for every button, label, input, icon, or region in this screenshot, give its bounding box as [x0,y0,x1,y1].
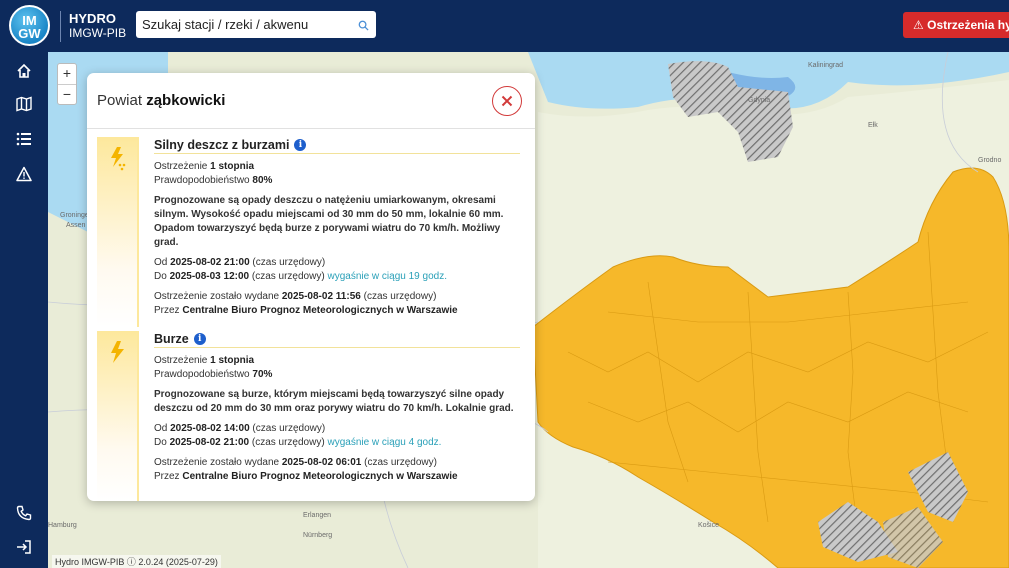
warning-description: Prognozowane są burze, którym miejscami … [154,389,514,414]
warning-level: Ostrzeżenie 1 stopnia [154,161,255,172]
map-label: Kaliningrad [808,62,844,69]
search-icon[interactable] [358,18,369,36]
info-icon[interactable]: i [193,333,206,345]
list-icon[interactable] [14,129,34,149]
map-label: Košice [698,522,720,529]
sidebar [0,52,48,568]
warning-title-text: Burze [154,332,189,346]
warning-level-stripe [97,331,139,501]
warning-title: Burze i [154,331,520,348]
warning-issued: Ostrzeżenie zostało wydane 2025-08-02 11… [154,291,437,302]
warning-expiry: wygaśnie w ciągu 19 godz. [327,271,447,282]
map-label: Ełk [868,122,878,129]
map-label: Assen [66,222,86,229]
warning-description: Prognozowane są opady deszczu o natężeni… [154,195,504,248]
warning-to: Do 2025-08-03 12:00 (czas urzędowy) wyga… [154,271,447,282]
imgw-logo[interactable]: IM GW [9,5,50,46]
search-box[interactable] [136,11,376,38]
popup-title-name: ząbkowicki [146,92,226,109]
popup-title: Powiat ząbkowicki [97,92,225,109]
warning-issuer: Przez Centralne Biuro Prognoz Meteorolog… [154,305,458,316]
map-label: Hamburg [48,522,77,529]
home-icon[interactable] [14,61,34,81]
zoom-control: + − [57,63,77,105]
rain-storm-icon [111,147,126,171]
warning-card: Silny deszcz z burzami i Ostrzeżenie 1 s… [97,137,522,327]
brand-name: HYDRO [69,11,116,26]
warning-issued: Ostrzeżenie zostało wydane 2025-08-02 06… [154,457,437,468]
warning-triangle-icon: ⚠ [913,18,924,32]
warning-level: Ostrzeżenie 1 stopnia [154,355,255,366]
brand[interactable]: HYDRO IMGW-PIB [60,11,126,42]
popup-title-prefix: Powiat [97,92,143,109]
warning-expiry: wygaśnie w ciągu 4 godz. [327,437,442,448]
warning-title: Silny deszcz z burzami i [154,137,520,154]
warning-icon[interactable] [14,164,34,184]
map-label: Nürnberg [303,532,333,539]
district-warning-popup: Powiat ząbkowicki Silny deszcz z burzami… [87,73,535,501]
zoom-out-button[interactable]: − [58,84,76,104]
map-label: Gdynia [748,97,771,104]
warning-body: Burze i Ostrzeżenie 1 stopnia Prawdopodo… [154,331,520,484]
search-input[interactable] [136,11,346,38]
info-icon[interactable]: i [294,139,307,151]
warning-probability: Prawdopodobieństwo 70% [154,369,273,380]
warning-body: Silny deszcz z burzami i Ostrzeżenie 1 s… [154,137,520,318]
warning-issuer: Przez Centralne Biuro Prognoz Meteorolog… [154,471,458,482]
warning-from: Od 2025-08-02 14:00 (czas urzędowy) [154,423,326,434]
top-bar: IMGW HYDRO IMGW-PIB ⚠ Ostrzeżenia hydro [0,0,1009,52]
map-icon[interactable] [14,94,34,114]
warning-card: Burze i Ostrzeżenie 1 stopnia Prawdopodo… [97,331,522,501]
hydro-warnings-label: Ostrzeżenia hydro [927,18,1009,32]
brand-sub: IMGW-PIB [69,26,127,40]
warning-probability: Prawdopodobieństwo 80% [154,175,273,186]
warning-level-stripe [97,137,139,327]
close-icon [501,95,513,107]
warning-to: Do 2025-08-02 21:00 (czas urzędowy) wyga… [154,437,442,448]
zoom-in-button[interactable]: + [58,64,76,84]
version-label: Hydro IMGW-PIB ⓘ 2.0.24 (2025-07-29) [52,555,221,568]
popup-header: Powiat ząbkowicki [87,73,535,129]
close-button[interactable] [492,86,522,116]
hydro-warnings-button[interactable]: ⚠ Ostrzeżenia hydro [903,12,1009,38]
storm-icon [111,341,124,363]
map-label: Erlangen [303,512,332,519]
login-icon[interactable] [14,537,34,557]
warning-title-text: Silny deszcz z burzami [154,138,290,152]
phone-icon[interactable] [14,503,34,523]
warning-from: Od 2025-08-02 21:00 (czas urzędowy) [154,257,326,268]
map-label: Grodno [978,157,1002,164]
